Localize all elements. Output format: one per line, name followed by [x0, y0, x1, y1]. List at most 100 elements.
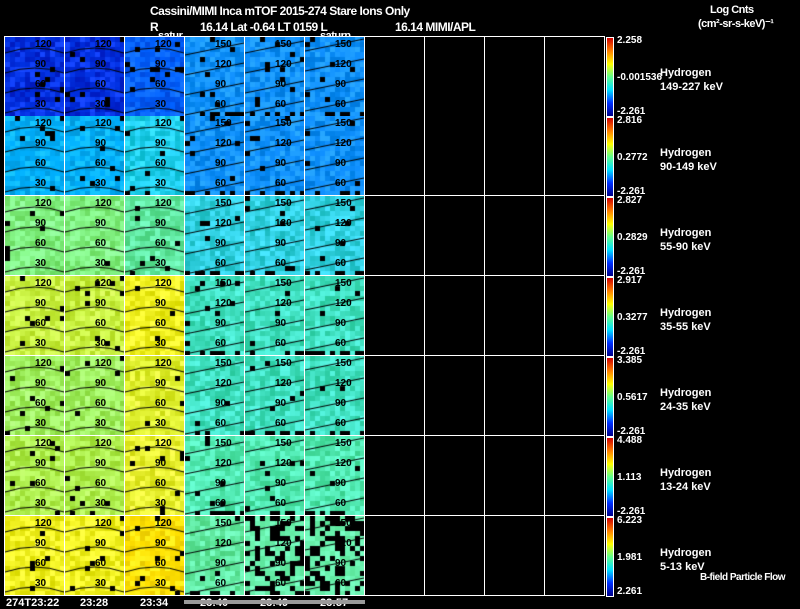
footer-note: B-field Particle Flow	[700, 572, 786, 583]
heatmap-panel: 150 120 90 60	[305, 516, 365, 596]
contour-label: 120	[275, 218, 292, 229]
contour-label: 90	[275, 398, 287, 409]
species-energy-label: 24-35 keV	[660, 401, 711, 413]
contour-label: 90	[35, 138, 47, 149]
contour-label: 120	[215, 458, 232, 469]
contour-label: 60	[275, 338, 287, 349]
contour-label: 120	[155, 278, 172, 289]
contour-label: 90	[215, 158, 227, 169]
heatmap-panel: 120 90 60 30	[125, 36, 185, 117]
colorbar	[606, 277, 614, 357]
contour-label: 60	[155, 558, 167, 569]
contour-label: 30	[95, 418, 107, 429]
contour-label: 60	[275, 178, 287, 189]
contour-label: 60	[215, 258, 227, 269]
heatmap-panel	[545, 436, 605, 516]
heatmap-panel	[545, 516, 605, 596]
contour-label: 120	[35, 518, 52, 529]
contour-label: 150	[215, 358, 232, 369]
colorbar	[606, 197, 614, 277]
heatmap-panel	[365, 276, 425, 356]
heatmap-panel: 120 90 60 30	[65, 436, 125, 516]
contour-label: 120	[215, 298, 232, 309]
heatmap-panel: 150 120 90 60	[245, 436, 305, 516]
contour-label: 30	[35, 99, 47, 110]
contour-label: 30	[95, 498, 107, 509]
contour-label: 90	[335, 478, 347, 489]
contour-label: 60	[215, 178, 227, 189]
contour-label: 60	[95, 558, 107, 569]
colorbar-max-label: 2.917	[617, 275, 643, 286]
contour-label: 90	[155, 538, 167, 549]
heatmap-panel	[545, 356, 605, 436]
colorbar-max-label: 2.258	[617, 35, 643, 46]
contour-label: 60	[95, 398, 107, 409]
contour-label: 30	[155, 498, 167, 509]
contour-label: 60	[335, 99, 347, 110]
heatmap-panel: 120 90 60 30	[125, 116, 185, 196]
contour-label: 60	[335, 338, 347, 349]
species-species-label: Hydrogen	[660, 147, 712, 159]
contour-label: 60	[35, 478, 47, 489]
contour-label: 90	[215, 79, 227, 90]
heatmap-panel: 120 90 60 30	[65, 276, 125, 356]
heatmap-panel: 150 120 90 60	[305, 436, 365, 516]
contour-label: 60	[35, 318, 47, 329]
colorbar-mid-label: 0.2829	[617, 232, 648, 243]
contour-label: 150	[215, 198, 232, 209]
heatmap-panel	[485, 116, 545, 196]
species-species-label: Hydrogen	[660, 547, 712, 559]
contour-label: 60	[95, 238, 107, 249]
heatmap-panel: 150 120 90 60	[305, 356, 365, 436]
heatmap-panel	[365, 356, 425, 436]
contour-label: 120	[155, 438, 172, 449]
contour-label: 90	[215, 318, 227, 329]
contour-label: 120	[335, 538, 352, 549]
contour-label: 30	[95, 578, 107, 589]
contour-label: 120	[215, 59, 232, 70]
contour-label: 90	[35, 378, 47, 389]
contour-label: 90	[95, 59, 107, 70]
contour-label: 120	[95, 358, 112, 369]
contour-label: 60	[335, 418, 347, 429]
colorbar-mid-label: 1.981	[617, 552, 643, 563]
contour-label: 30	[35, 258, 47, 269]
contour-label: 120	[275, 458, 292, 469]
contour-label: 60	[35, 238, 47, 249]
contour-label: 150	[335, 358, 352, 369]
contour-label: 120	[215, 378, 232, 389]
heatmap-panel: 150 120 90 60	[305, 196, 365, 276]
chart-title: Cassini/MIMI Inca mTOF 2015-274 Stare Io…	[150, 4, 410, 18]
contour-label: 30	[155, 178, 167, 189]
heatmap-panel	[485, 436, 545, 516]
heatmap-panel	[365, 116, 425, 196]
contour-label: 150	[275, 39, 292, 50]
species-species-label: Hydrogen	[660, 387, 712, 399]
contour-label: 120	[215, 138, 232, 149]
contour-label: 90	[215, 558, 227, 569]
species-energy-label: 90-149 keV	[660, 161, 717, 173]
heatmap-panel: 150 120 90 60	[245, 356, 305, 436]
contour-label: 120	[215, 218, 232, 229]
heatmap-panel: 120 90 60 30	[125, 196, 185, 276]
contour-label: 30	[35, 498, 47, 509]
heatmap-panel	[485, 196, 545, 276]
heatmap-panel: 150 120 90 60	[245, 516, 305, 596]
heatmap-panel	[365, 436, 425, 516]
heatmap-panel	[485, 276, 545, 356]
heatmap-panel: 120 90 60 30	[65, 196, 125, 276]
heatmap-panel	[425, 276, 485, 356]
species-energy-label: 13-24 keV	[660, 481, 711, 493]
colorbar-mid-label: 1.113	[617, 472, 642, 483]
contour-label: 60	[335, 258, 347, 269]
contour-label: 120	[335, 298, 352, 309]
contour-label: 120	[275, 298, 292, 309]
heatmap-panel: 120 90 60 30	[4, 356, 65, 436]
contour-label: 120	[335, 458, 352, 469]
heatmap-panel: 150 120 90 60	[185, 516, 245, 596]
heatmap-panel: 120 90 60 30	[4, 436, 65, 516]
subtitle-position: 16.14 Lat -0.64 LT 0159 L	[200, 20, 328, 34]
contour-label: 150	[215, 278, 232, 289]
contour-label: 150	[275, 358, 292, 369]
heatmap-panel	[545, 116, 605, 196]
